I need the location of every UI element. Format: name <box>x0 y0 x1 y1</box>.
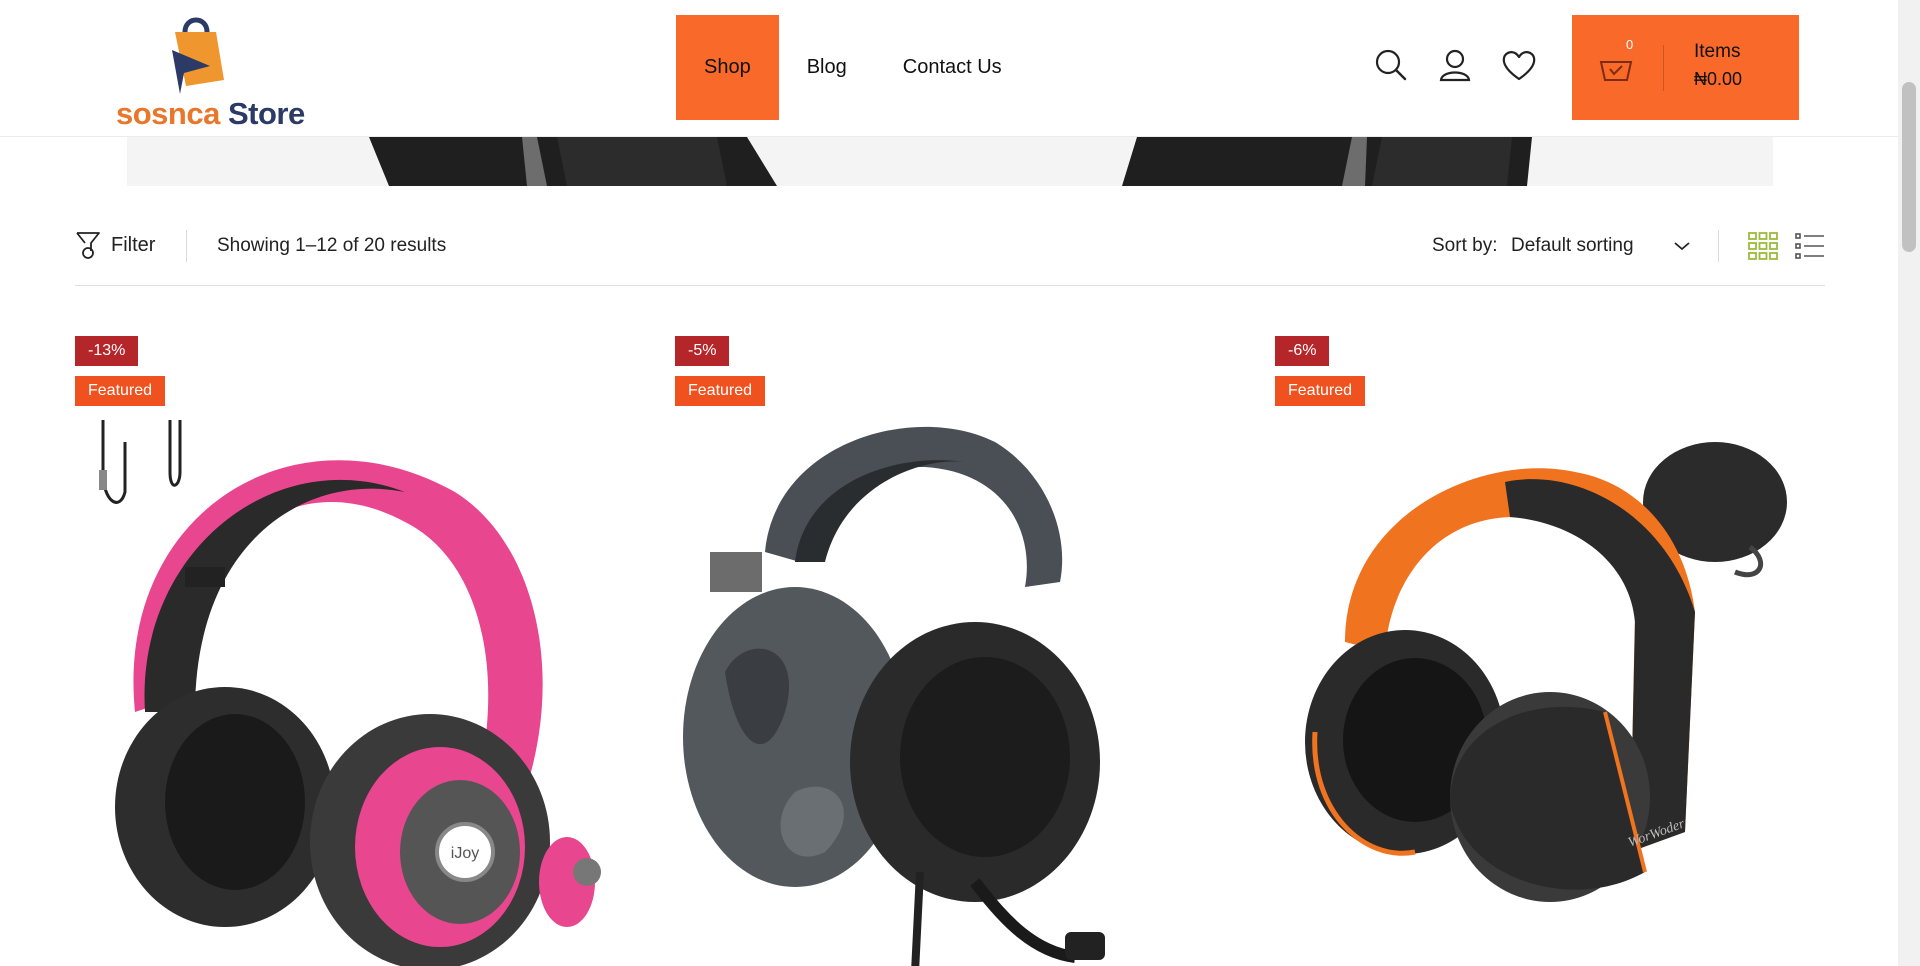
nav-shop[interactable]: Shop <box>676 15 779 120</box>
chevron-down-icon <box>1674 242 1690 251</box>
results-count: Showing 1–12 of 20 results <box>217 235 447 256</box>
nav-contact-us[interactable]: Contact Us <box>875 15 1030 120</box>
main-nav: Shop Blog Contact Us <box>676 15 1030 120</box>
svg-text:iJoy: iJoy <box>451 845 479 862</box>
product-card[interactable]: -13% Featured iJoy <box>75 336 625 966</box>
scrollbar-thumb[interactable] <box>1902 82 1916 252</box>
toolbar-divider <box>1718 230 1719 262</box>
orange-black-headphones-image[interactable]: WorWoder <box>1275 412 1825 966</box>
store-name: sosnca Store <box>116 96 305 131</box>
cart-divider <box>1663 45 1664 91</box>
product-card[interactable]: -6% Featured WorWoder <box>1275 336 1825 966</box>
search-icon[interactable] <box>1372 46 1410 84</box>
sort-label: Sort by: <box>1432 235 1498 256</box>
grid-view-icon[interactable] <box>1748 232 1778 260</box>
cart-items-label: Items <box>1694 41 1741 62</box>
sort-dropdown[interactable]: Default sorting <box>1511 230 1691 262</box>
store-logo[interactable]: sosnca Store <box>112 10 305 131</box>
basket-icon <box>1599 61 1633 81</box>
featured-badge: Featured <box>75 376 166 406</box>
featured-badge: Featured <box>675 376 766 406</box>
wishlist-heart-icon[interactable] <box>1500 46 1538 84</box>
cart-total: ₦0.00 <box>1694 69 1743 89</box>
discount-badge: -5% <box>675 336 730 366</box>
featured-badge: Featured <box>1275 376 1366 406</box>
filter-icon <box>76 232 100 259</box>
discount-badge: -13% <box>75 336 139 366</box>
list-view-icon[interactable] <box>1795 232 1825 260</box>
sort-value: Default sorting <box>1511 235 1634 256</box>
cart-button[interactable]: 0 Items ₦0.00 <box>1572 15 1799 120</box>
filter-label: Filter <box>111 233 156 256</box>
product-card[interactable]: -5% Featured <box>675 336 1225 966</box>
site-header: sosnca Store Shop Blog Contact Us 0 Item… <box>0 0 1898 137</box>
cart-count: 0 <box>1626 37 1634 52</box>
discount-badge: -6% <box>1275 336 1330 366</box>
nav-blog[interactable]: Blog <box>779 15 875 120</box>
toolbar-divider <box>186 230 187 262</box>
headphones-banner-graphic <box>369 137 1532 186</box>
user-icon[interactable] <box>1436 46 1474 84</box>
shopping-bag-logo-icon <box>172 17 224 94</box>
shop-banner-image <box>127 137 1773 186</box>
camo-gaming-headset-image[interactable] <box>675 412 1225 966</box>
filter-button[interactable]: Filter <box>75 230 155 260</box>
pink-bluetooth-headphones-image[interactable]: iJoy <box>75 412 625 966</box>
shop-toolbar: Filter Showing 1–12 of 20 results Sort b… <box>75 226 1825 286</box>
